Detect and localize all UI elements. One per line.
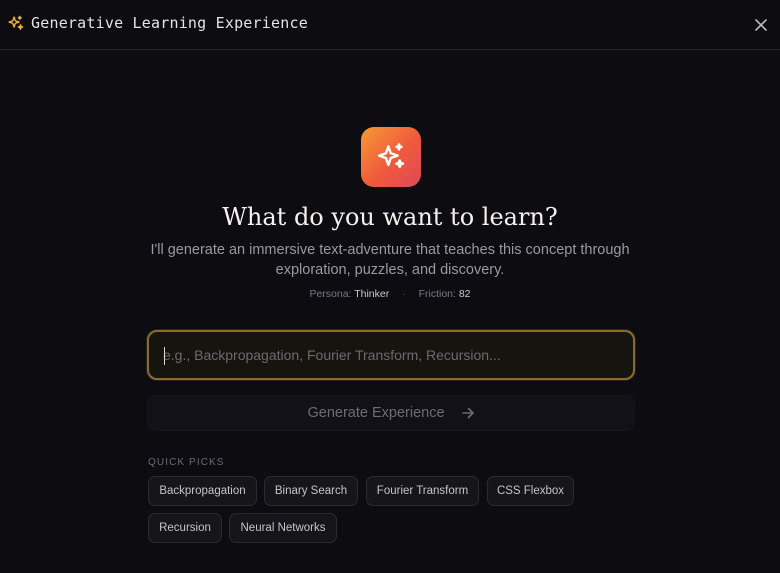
sparkles-icon: [377, 143, 405, 169]
persona-value: Thinker: [354, 288, 390, 300]
friction-value: 82: [458, 288, 471, 300]
text-caret: [164, 347, 165, 365]
arrow-right-icon: [461, 407, 474, 419]
quick-pick-binary-search[interactable]: Binary Search: [264, 476, 358, 506]
topic-input[interactable]: [149, 332, 633, 378]
page-subtitle: I'll generate an immersive text-adventur…: [150, 242, 630, 278]
generate-label: Generate Experience: [307, 405, 445, 421]
sparkles-icon: [7, 15, 24, 32]
quick-pick-recursion[interactable]: Recursion: [148, 513, 222, 543]
friction-label: Friction:: [418, 288, 456, 300]
quick-pick-backpropagation[interactable]: Backpropagation: [148, 476, 257, 506]
quick-pick-neural-networks[interactable]: Neural Networks: [229, 513, 337, 543]
quick-pick-fourier-transform[interactable]: Fourier Transform: [366, 476, 479, 506]
header-bar: Generative Learning Experience: [0, 0, 780, 50]
close-icon: [755, 19, 767, 31]
topic-input-container: [147, 330, 635, 380]
close-button[interactable]: [751, 15, 771, 35]
meta-separator: ·: [402, 288, 406, 300]
hero-sparkles-badge: [361, 127, 421, 187]
page-title: What do you want to learn?: [222, 203, 558, 231]
persona-label: Persona:: [309, 288, 352, 300]
quick-pick-css-flexbox[interactable]: CSS Flexbox: [487, 476, 574, 506]
quick-picks-label: QUICK PICKS: [148, 457, 225, 468]
persona-friction-meta: Persona: Thinker · Friction: 82: [0, 288, 780, 300]
generate-experience-button[interactable]: Generate Experience: [147, 395, 635, 431]
window-title: Generative Learning Experience: [31, 14, 308, 32]
